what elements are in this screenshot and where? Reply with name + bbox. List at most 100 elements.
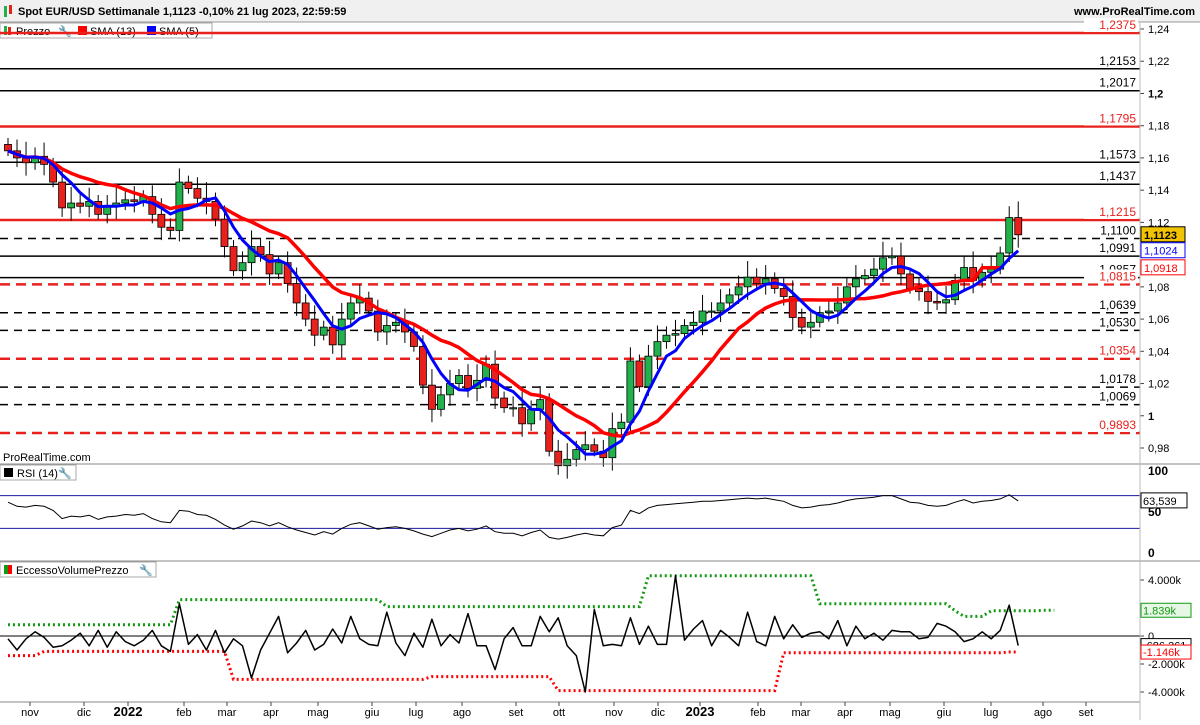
- rsi-last-label: 63,539: [1143, 496, 1177, 508]
- candle-up: [382, 325, 391, 333]
- candle-up: [725, 294, 734, 304]
- candle-down: [500, 397, 509, 409]
- candle-up: [572, 449, 581, 460]
- candle-down: [220, 218, 229, 247]
- watermark: ProRealTime.com: [3, 452, 91, 464]
- candle-up: [337, 318, 346, 346]
- candle-up: [346, 302, 355, 320]
- level-label: 1,2017: [1099, 76, 1136, 90]
- level-label: 1,1437: [1099, 169, 1136, 183]
- time-tick-label: set: [1079, 707, 1094, 719]
- time-tick-label: ago: [453, 707, 471, 719]
- candle-up: [824, 310, 833, 314]
- legend-row: Prezzo 🔧 SMA (13) SMA (5): [0, 22, 213, 39]
- candle-down: [76, 202, 85, 207]
- candle-up: [319, 326, 328, 336]
- price-tick-label: 1,18: [1148, 121, 1169, 133]
- candle-up: [626, 360, 635, 423]
- price-tick-label: 1: [1148, 411, 1154, 423]
- candle-icon: [9, 5, 12, 14]
- time-tick-label: mag: [307, 707, 328, 719]
- candle-up: [653, 341, 662, 357]
- price-tick-label: 1,14: [1148, 185, 1169, 197]
- candle-down: [545, 399, 554, 452]
- candle-down: [428, 384, 436, 410]
- wrench-icon[interactable]: 🔧: [58, 24, 72, 38]
- time-tick-label: 2023: [686, 704, 715, 719]
- candle-up: [274, 262, 283, 275]
- volume-swatch: [4, 565, 8, 574]
- time-tick-label: ott: [553, 707, 565, 719]
- chart-canvas: Spot EUR/USD Settimanale 1,1123 -0,10% 2…: [0, 0, 1200, 720]
- time-tick-label: giu: [937, 707, 952, 719]
- candle-up: [698, 310, 707, 323]
- candle-up: [509, 407, 518, 410]
- candle-up: [851, 278, 860, 288]
- candle-down: [328, 326, 337, 346]
- candle-up: [238, 262, 247, 272]
- candle-down: [58, 181, 67, 209]
- volume-title: EccessoVolumePrezzo: [16, 565, 129, 577]
- candle-down: [635, 360, 644, 388]
- candle-up: [671, 333, 680, 336]
- time-tick-label: dic: [651, 707, 666, 719]
- rsi-tick-label: 0: [1148, 546, 1155, 560]
- candle-up: [716, 302, 725, 312]
- candle-up: [734, 286, 743, 296]
- candle-down: [4, 143, 12, 152]
- price-tick-label: 1,24: [1148, 24, 1169, 36]
- candle-down: [906, 273, 914, 289]
- volume-tick-label: -2.000k: [1148, 659, 1185, 671]
- header-bar: Spot EUR/USD Settimanale 1,1123 -0,10% 2…: [0, 0, 1200, 23]
- candle-down: [130, 199, 139, 202]
- candle-up: [67, 202, 76, 209]
- level-label: 1,1215: [1099, 205, 1136, 219]
- candle-down: [184, 181, 193, 189]
- time-tick-label: lug: [409, 707, 424, 719]
- candle-up: [680, 325, 689, 334]
- price-tick-label: 1,04: [1148, 346, 1169, 358]
- volume-tick-label: 4.000k: [1148, 575, 1182, 587]
- level-label: 1,0069: [1099, 390, 1136, 404]
- wrench-icon[interactable]: 🔧: [139, 563, 153, 577]
- level-label: 1,0530: [1099, 315, 1136, 329]
- candle-up: [455, 375, 463, 384]
- candle-up: [563, 458, 572, 467]
- candle-down: [1014, 217, 1023, 236]
- level-label: 1,0354: [1099, 344, 1136, 358]
- time-tick-label: lug: [984, 707, 999, 719]
- candle-up: [662, 334, 671, 343]
- time-tick-label: ago: [1034, 707, 1052, 719]
- chart-title: Spot EUR/USD Settimanale 1,1123 -0,10% 2…: [18, 6, 346, 18]
- candle-up: [689, 321, 698, 326]
- candle-down: [779, 288, 788, 297]
- level-label: 1,2375: [1099, 18, 1136, 32]
- candle-down: [797, 317, 806, 328]
- candle-up: [888, 255, 896, 259]
- price-tick-label: 0,98: [1148, 443, 1169, 455]
- volume-swatch: [8, 565, 12, 574]
- candle-up: [879, 257, 887, 270]
- candle-down: [229, 246, 238, 272]
- price-tick-label: 1,16: [1148, 153, 1169, 165]
- wrench-icon[interactable]: 🔧: [58, 466, 72, 480]
- time-tick-label: 2022: [114, 704, 143, 719]
- price-tick-label: 1,2: [1148, 88, 1163, 100]
- time-tick-label: apr: [837, 707, 853, 719]
- time-tick-label: feb: [176, 707, 191, 719]
- level-label: 1,0639: [1099, 298, 1136, 312]
- level-label: 1,0815: [1099, 269, 1136, 283]
- candle-up: [942, 299, 950, 304]
- candle-up: [870, 268, 878, 276]
- time-tick-label: mar: [792, 707, 811, 719]
- candle-up: [581, 444, 590, 451]
- site-label[interactable]: www.ProRealTime.com: [1073, 6, 1195, 18]
- volume-tag-label: -1.146k: [1143, 647, 1180, 659]
- level-label: 1,1795: [1099, 111, 1136, 125]
- candle-down: [157, 213, 166, 228]
- volume-tag-label: 1.839k: [1143, 605, 1177, 617]
- time-tick-label: feb: [750, 707, 765, 719]
- candle-up: [743, 276, 752, 288]
- candle-down: [301, 302, 310, 320]
- level-label: 0,9893: [1099, 418, 1136, 432]
